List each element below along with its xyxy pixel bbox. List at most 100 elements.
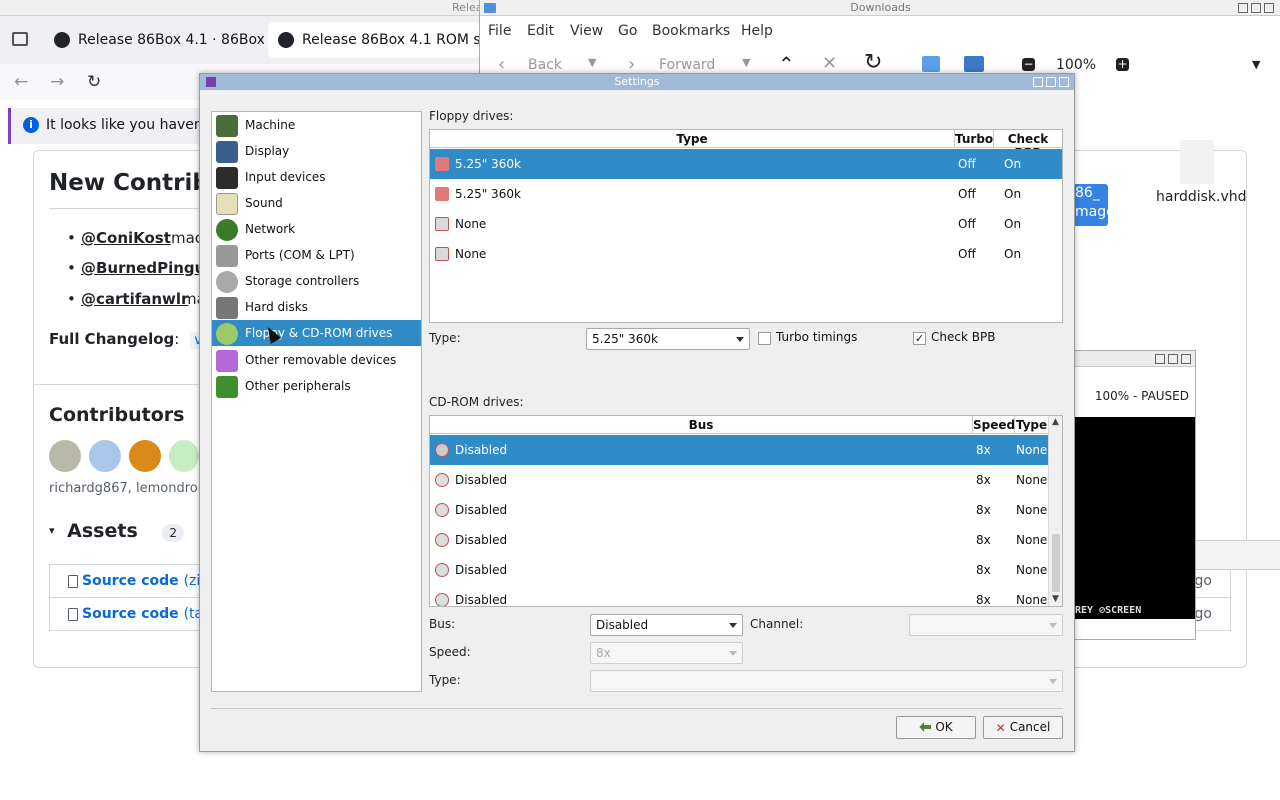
avatar[interactable] [169, 440, 199, 472]
computer-icon[interactable] [964, 56, 984, 72]
contributor-link[interactable]: @BurnedPingui [81, 259, 210, 277]
stop-icon[interactable]: ✕ [822, 53, 837, 74]
menu-view[interactable]: View [570, 23, 603, 39]
speed-select[interactable]: 8x [590, 642, 743, 664]
close-button[interactable] [1059, 77, 1069, 87]
nav-item-display[interactable]: Display [212, 138, 421, 164]
table-row[interactable]: None Off On [430, 239, 1062, 269]
table-row[interactable]: Disabled 8x None [430, 525, 1048, 555]
vhd-file-icon[interactable] [1180, 140, 1214, 184]
back-dropdown-icon[interactable]: ▼ [588, 56, 596, 69]
reload-icon[interactable]: ↻ [864, 50, 882, 75]
section-divider [33, 384, 203, 385]
avatar[interactable] [49, 440, 81, 472]
forward-dropdown-icon[interactable]: ▼ [742, 56, 750, 69]
nav-item-network[interactable]: Network [212, 216, 421, 242]
nav-item-input-devices[interactable]: Input devices [212, 164, 421, 190]
forward-button[interactable]: Forward [659, 57, 715, 73]
maximize-button[interactable] [1168, 354, 1178, 364]
menu-edit[interactable]: Edit [527, 23, 554, 39]
col-type[interactable]: Type [1014, 416, 1048, 434]
col-turbo[interactable]: Turbo [954, 130, 993, 148]
table-row[interactable]: Disabled 8x None [430, 495, 1048, 525]
reload-icon[interactable]: ↻ [87, 72, 101, 92]
nav-item-ports[interactable]: Ports (COM & LPT) [212, 242, 421, 268]
nav-item-storage-controllers[interactable]: Storage controllers [212, 268, 421, 294]
check-bpb-label: Check BPB [931, 330, 996, 344]
table-row[interactable]: 5.25" 360k Off On [430, 179, 1062, 209]
selected-file-label[interactable]: 86_ mage [1072, 184, 1115, 226]
maximize-button[interactable] [1046, 77, 1056, 87]
zoom-out-icon[interactable]: − [1022, 58, 1035, 71]
col-speed[interactable]: Speed [972, 416, 1015, 434]
table-row[interactable]: 5.25" 360k Off On [430, 149, 1062, 179]
nav-item-peripherals[interactable]: Other peripherals [212, 373, 421, 399]
zoom-level: 100% [1056, 57, 1097, 73]
nav-item-floppy-cdrom[interactable]: Floppy & CD-ROM drives [212, 320, 421, 346]
close-button[interactable] [1264, 3, 1274, 13]
check-bpb-checkbox[interactable]: ✓ [913, 332, 926, 345]
table-row[interactable]: Disabled 8x None [430, 435, 1048, 465]
nav-item-machine[interactable]: Machine [212, 112, 421, 138]
cdrom-type-select[interactable] [590, 670, 1063, 692]
back-arrow-icon[interactable]: ← [14, 72, 28, 92]
tab-list-icon[interactable] [12, 32, 28, 46]
avatar[interactable] [129, 440, 161, 472]
scrollbar-thumb[interactable] [1052, 534, 1060, 592]
floppy-type-select[interactable]: 5.25" 360k [586, 328, 750, 350]
col-bus[interactable]: Bus [430, 418, 972, 432]
back-button[interactable]: Back [528, 57, 562, 73]
assets-count: 2 [162, 524, 185, 542]
cdrom-scrollbar[interactable]: ▲ ▼ [1048, 416, 1062, 606]
floppy-cdrom-icon [216, 323, 238, 345]
forward-arrow-icon[interactable]: → [50, 72, 64, 92]
col-check-bpb[interactable]: Check BPB [993, 130, 1062, 160]
nav-item-sound[interactable]: Sound [212, 190, 421, 216]
table-row[interactable]: Disabled 8x None [430, 585, 1048, 606]
home-folder-icon[interactable] [922, 56, 940, 72]
display-icon [216, 141, 238, 163]
cancel-button[interactable]: ✕ Cancel [983, 716, 1063, 739]
minimize-button[interactable] [1033, 77, 1043, 87]
scroll-up-icon[interactable]: ▲ [1052, 417, 1059, 427]
emulator-window: 100% - PAUSED REY ⊘SCREEN [1074, 350, 1196, 640]
assets-header[interactable]: ▾ Assets 2 [49, 520, 185, 542]
machine-icon [216, 115, 238, 137]
full-changelog: Full Changelog: v4. [49, 330, 222, 349]
nav-item-removable-devices[interactable]: Other removable devices [212, 347, 421, 373]
table-row[interactable]: Disabled 8x None [430, 465, 1048, 495]
ok-button[interactable]: OK [896, 716, 976, 739]
floppy-disabled-icon [435, 217, 449, 231]
scroll-down-icon[interactable]: ▼ [1052, 594, 1059, 604]
view-options-icon[interactable]: ▼ [1252, 58, 1260, 71]
browser-window-title: Relea [452, 1, 483, 14]
file-name[interactable]: harddisk.vhd [1156, 189, 1247, 205]
changelog-label: Full Changelog [49, 330, 175, 348]
avatar[interactable] [89, 440, 121, 472]
contributor-link[interactable]: @ConiKost [81, 229, 171, 247]
menu-help[interactable]: Help [741, 23, 773, 39]
menu-go[interactable]: Go [618, 23, 637, 39]
tab-release-86box-rom[interactable]: Release 86Box 4.1 ROM s [268, 22, 480, 58]
minimize-button[interactable] [1238, 3, 1248, 13]
table-row[interactable]: Disabled 8x None [430, 555, 1048, 585]
tab-release-86box[interactable]: Release 86Box 4.1 · 86Box ✕ [44, 22, 264, 58]
turbo-timings-checkbox[interactable] [758, 332, 771, 345]
menu-file[interactable]: File [488, 23, 511, 39]
contributor-link[interactable]: @cartifanwlr [81, 290, 188, 308]
bus-select[interactable]: Disabled [590, 614, 743, 636]
col-type[interactable]: Type [430, 132, 954, 146]
close-button[interactable] [1181, 354, 1191, 364]
zoom-in-icon[interactable]: + [1116, 58, 1129, 71]
nav-item-hard-disks[interactable]: Hard disks [212, 294, 421, 320]
peripherals-icon [216, 376, 238, 398]
maximize-button[interactable] [1251, 3, 1261, 13]
storage-controllers-icon [216, 271, 238, 293]
table-row[interactable]: None Off On [430, 209, 1062, 239]
menu-bookmarks[interactable]: Bookmarks [652, 23, 730, 39]
emulator-screen[interactable] [1075, 417, 1195, 619]
floppy-disk-icon [435, 187, 449, 201]
asset-link[interactable]: Source code (zip) [82, 573, 215, 589]
channel-select[interactable] [909, 614, 1063, 636]
minimize-button[interactable] [1155, 354, 1165, 364]
